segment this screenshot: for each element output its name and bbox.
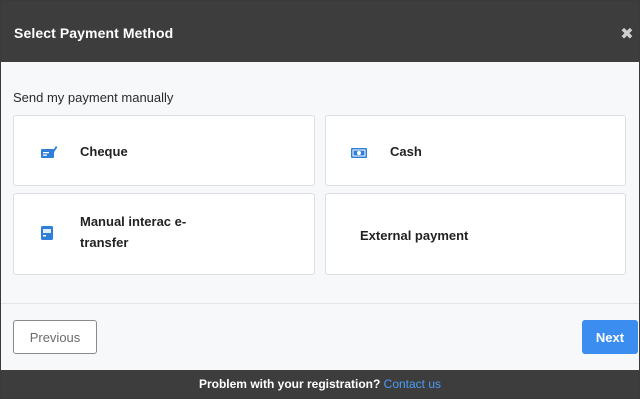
payment-method-modal: Select Payment Method ✖ Send my payment … [0, 0, 640, 399]
contact-us-link[interactable]: Contact us [384, 377, 441, 391]
payment-option-label: Cheque [80, 144, 128, 159]
modal-body: Send my payment manually Cheque Cash Man… [1, 62, 639, 303]
payment-option-label: External payment [360, 228, 469, 243]
next-button[interactable]: Next [582, 320, 638, 354]
cash-icon [350, 145, 368, 161]
help-text: Problem with your registration? [198, 377, 384, 391]
section-label: Send my payment manually [13, 90, 174, 105]
previous-button[interactable]: Previous [13, 320, 97, 354]
modal-footer: Previous Next [1, 304, 639, 370]
payment-option-external[interactable]: External payment [325, 193, 626, 275]
payment-option-cash[interactable]: Cash [325, 115, 626, 186]
e-transfer-icon [39, 225, 57, 241]
modal-title: Select Payment Method [14, 25, 174, 41]
help-bar: Problem with your registration? Contact … [1, 370, 639, 398]
payment-option-cheque[interactable]: Cheque [13, 115, 315, 186]
close-icon[interactable]: ✖ [619, 27, 635, 43]
modal-header: Select Payment Method ✖ [1, 1, 639, 62]
cheque-icon [40, 144, 58, 160]
payment-option-interac[interactable]: Manual interac e-transfer [13, 193, 315, 275]
payment-option-label: Cash [390, 144, 422, 159]
payment-option-label: Manual interac e-transfer [80, 214, 187, 250]
